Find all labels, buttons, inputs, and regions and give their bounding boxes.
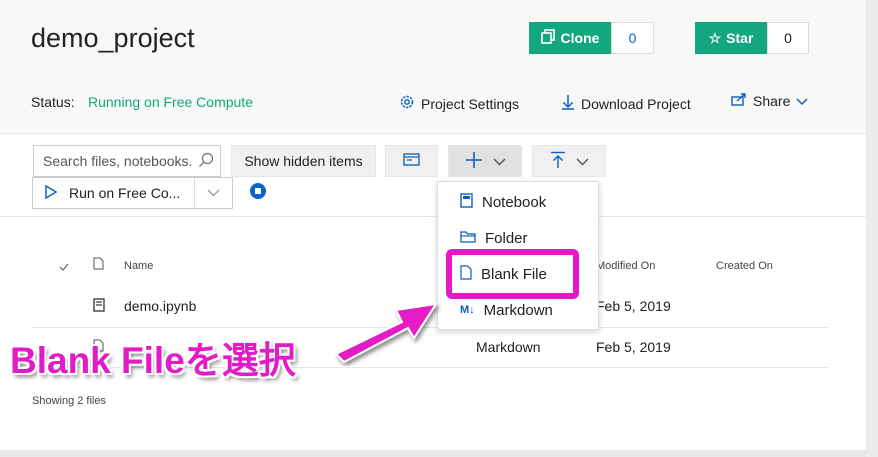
chevron-down-icon — [576, 153, 589, 169]
file-type-icon — [93, 257, 104, 275]
column-header-name[interactable]: Name — [124, 260, 153, 272]
star-label: Star — [726, 30, 754, 46]
menu-item-label: Notebook — [482, 193, 547, 211]
footer-bar — [0, 450, 878, 457]
highlight-box — [446, 249, 579, 299]
share-icon — [731, 92, 747, 109]
arrow-icon — [330, 296, 442, 371]
share-button[interactable]: Share — [731, 92, 808, 109]
clone-button[interactable]: Clone — [529, 22, 611, 54]
status-label: Status: — [31, 94, 75, 110]
menu-item-notebook[interactable]: Notebook — [438, 184, 598, 220]
modified-date: Feb 5, 2019 — [596, 339, 671, 355]
chevron-down-icon — [493, 153, 506, 169]
star-icon: ☆ — [708, 29, 722, 46]
search-placeholder: Search files, notebooks. — [43, 153, 193, 169]
search-input[interactable]: Search files, notebooks. — [33, 145, 221, 177]
upload-icon — [550, 151, 566, 172]
chevron-down-icon — [796, 93, 808, 109]
download-project-label: Download Project — [581, 95, 691, 112]
terminal-icon — [403, 153, 420, 169]
menu-item-label: Markdown — [483, 301, 553, 319]
status-value: Running on Free Compute — [88, 94, 253, 110]
project-header — [0, 0, 866, 133]
file-type: Markdown — [476, 339, 541, 355]
notebook-icon — [93, 298, 105, 317]
stop-icon[interactable] — [250, 183, 266, 204]
markdown-icon: M↓ — [460, 304, 475, 316]
select-all-checkbox[interactable] — [59, 258, 69, 276]
upload-button[interactable] — [532, 145, 606, 177]
column-header-modified[interactable]: Modified On — [596, 260, 655, 272]
folder-icon — [460, 230, 476, 247]
file-name[interactable]: demo.ipynb — [124, 298, 196, 314]
plus-icon — [465, 151, 483, 172]
menu-item-label: Folder — [485, 229, 528, 247]
files-count: Showing 2 files — [32, 395, 106, 407]
search-icon — [198, 152, 214, 171]
terminal-button[interactable] — [385, 145, 438, 177]
download-project-link[interactable]: Download Project — [561, 94, 691, 113]
modified-date: Feb 5, 2019 — [596, 298, 671, 314]
run-label: Run on Free Co... — [69, 185, 181, 201]
project-title: demo_project — [31, 23, 195, 53]
download-icon — [561, 94, 575, 113]
clone-icon — [540, 29, 556, 47]
clone-label: Clone — [560, 30, 600, 46]
new-item-button[interactable] — [448, 145, 522, 177]
star-button[interactable]: ☆ Star — [695, 22, 767, 54]
scrollbar-track[interactable] — [866, 0, 878, 457]
annotation-text: Blank Fileを選択 — [10, 340, 296, 381]
share-label: Share — [753, 92, 791, 109]
project-settings-link[interactable]: Project Settings — [399, 94, 519, 113]
star-count: 0 — [767, 22, 809, 54]
run-on-compute-dropdown[interactable]: Run on Free Co... — [32, 177, 233, 209]
show-hidden-items-button[interactable]: Show hidden items — [231, 145, 376, 177]
play-icon — [45, 184, 58, 202]
chevron-down-icon[interactable] — [193, 178, 232, 208]
notebook-icon — [460, 192, 473, 212]
column-header-created[interactable]: Created On — [716, 260, 773, 272]
project-settings-label: Project Settings — [421, 95, 520, 112]
gear-icon — [399, 94, 415, 113]
divider — [0, 216, 866, 217]
clone-count: 0 — [611, 22, 654, 54]
